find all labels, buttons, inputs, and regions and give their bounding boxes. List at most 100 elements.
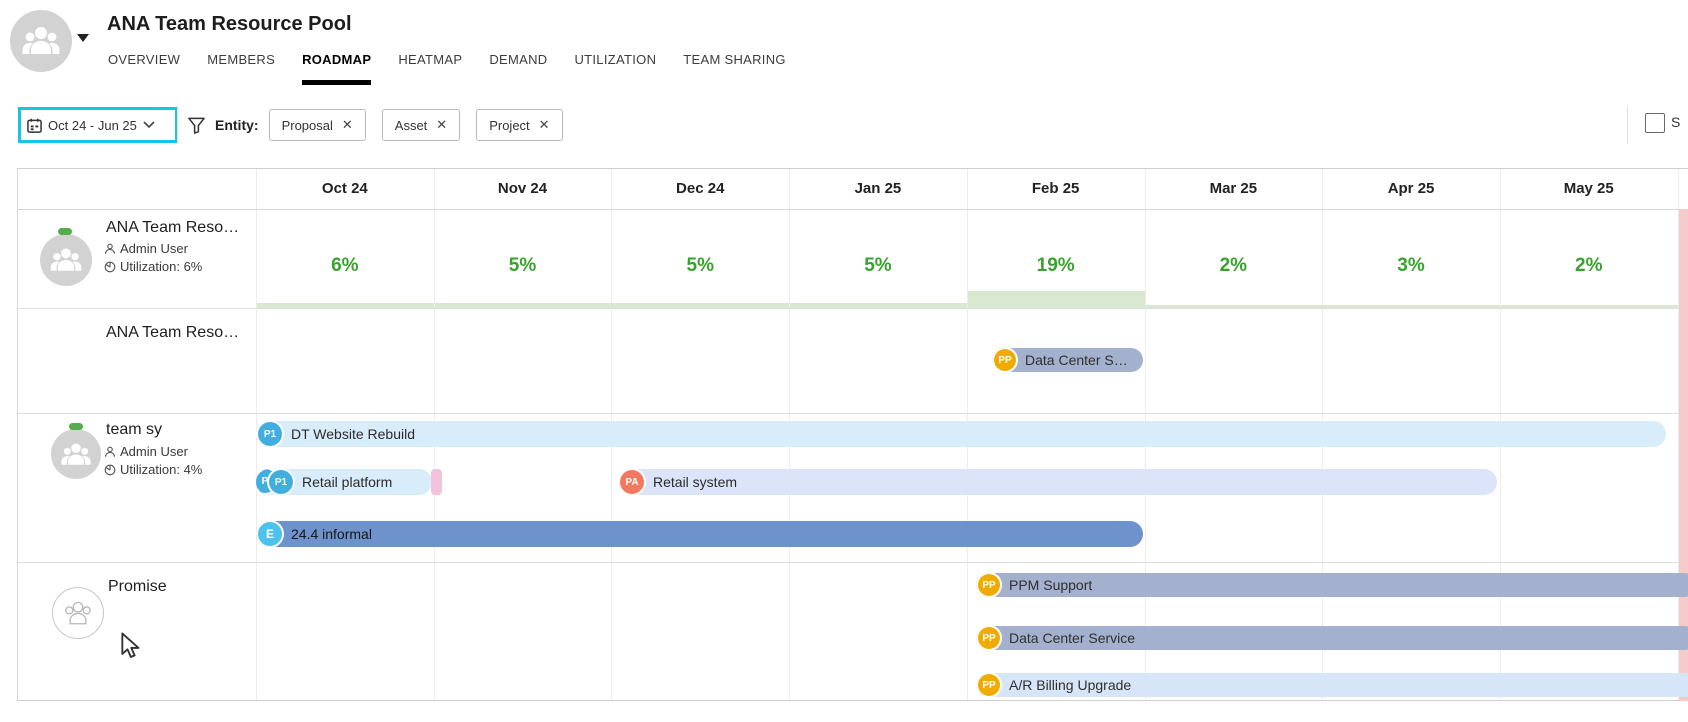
pool-entities-row-name[interactable]: ANA Team Reso… — [106, 324, 239, 342]
entity-type-badge-pp: PP — [994, 349, 1016, 371]
member-row-user: Admin User — [104, 444, 188, 459]
utilization-percent: 5% — [789, 248, 967, 284]
entity-label: Entity: — [215, 117, 259, 133]
date-range-picker[interactable]: Oct 24 - Jun 25 — [18, 107, 178, 143]
member-avatar-outline[interactable] — [52, 587, 104, 639]
utilization-percent: 19% — [967, 248, 1145, 284]
gantt-bar-label: Data Center S… — [1025, 352, 1128, 368]
row-border — [18, 413, 1688, 414]
entity-type-badge-pp: PP — [978, 574, 1000, 596]
utilization-percent: 3% — [1322, 248, 1500, 284]
mouse-cursor — [120, 632, 142, 658]
pool-row-avatar[interactable] — [40, 234, 92, 286]
gantt-bar-label: Retail system — [653, 474, 737, 490]
month-header: May 25 — [1500, 173, 1678, 205]
gantt-bar-label: Retail platform — [302, 474, 392, 490]
chip-label: Asset — [395, 118, 428, 133]
remove-chip-icon[interactable]: ✕ — [539, 117, 550, 133]
month-header: Feb 25 — [967, 173, 1145, 205]
utilization-bar — [1146, 305, 1323, 308]
person-icon — [104, 243, 116, 255]
month-header: Dec 24 — [611, 173, 789, 205]
chevron-down-icon — [143, 121, 155, 129]
entity-type-badge-pp: PP — [978, 627, 1000, 649]
remove-chip-icon[interactable]: ✕ — [342, 117, 353, 133]
month-header: Apr 25 — [1322, 173, 1500, 205]
tab-demand[interactable]: DEMAND — [489, 52, 547, 85]
entity-type-badge-pa: PA — [620, 470, 644, 494]
month-header: Oct 24 — [256, 173, 434, 205]
pie-chart-icon — [104, 261, 116, 273]
tab-bar: OVERVIEW MEMBERS ROADMAP HEATMAP DEMAND UTILI… — [108, 52, 786, 85]
utilization-percent: 5% — [434, 248, 612, 284]
chip-label: Proposal — [282, 118, 333, 133]
utilization-percent: 2% — [1145, 248, 1323, 284]
roadmap-grid: ANA Team Reso… Admin User Utilization: 6… — [17, 168, 1688, 701]
utilization-bar — [1501, 305, 1678, 308]
pool-row-name[interactable]: ANA Team Reso… — [106, 219, 239, 237]
tab-team-sharing[interactable]: TEAM SHARING — [683, 52, 786, 85]
gantt-bar[interactable]: E24.4 informal — [256, 521, 1143, 547]
utilization-bar — [1323, 305, 1500, 308]
member-row-utilization: Utilization: 4% — [104, 462, 202, 477]
entity-chip-asset[interactable]: Asset ✕ — [382, 109, 460, 141]
utilization-bar — [612, 303, 789, 308]
pool-avatar[interactable] — [10, 10, 72, 72]
tab-members[interactable]: MEMBERS — [207, 52, 275, 85]
row-border — [18, 308, 1688, 309]
filter-icon — [188, 117, 205, 134]
utilization-percent: 2% — [1500, 248, 1678, 284]
gantt-bar[interactable]: PP Data Center Service — [976, 626, 1688, 650]
gantt-bar[interactable]: PA Retail system — [618, 469, 1497, 495]
tab-roadmap[interactable]: ROADMAP — [302, 52, 371, 85]
pie-chart-icon — [104, 464, 116, 476]
entity-chips: Proposal ✕ Asset ✕ Project ✕ — [269, 109, 563, 141]
gantt-bar[interactable]: PP Data Center S… — [992, 348, 1143, 372]
month-header: Jan 25 — [789, 173, 967, 205]
gantt-bar-label: Data Center Service — [1009, 630, 1135, 646]
person-icon — [104, 446, 116, 458]
entity-type-badge-p1: P1 — [269, 470, 293, 494]
show-checkbox[interactable] — [1645, 113, 1665, 133]
filter-divider — [177, 106, 178, 144]
month-header: Nov 24 — [434, 173, 612, 205]
tab-utilization[interactable]: UTILIZATION — [574, 52, 656, 85]
avatar-dropdown-caret[interactable] — [77, 34, 89, 42]
utilization-bar — [790, 303, 967, 308]
group-icon — [63, 600, 93, 627]
pool-row-utilization: Utilization: 6% — [104, 259, 202, 274]
group-icon — [22, 24, 60, 58]
entity-filter: Entity: Proposal ✕ Asset ✕ Project ✕ — [188, 108, 563, 142]
remove-chip-icon[interactable]: ✕ — [436, 117, 447, 133]
resource-pool-roadmap-page: { "header": { "title": "ANA Team Resourc… — [0, 0, 1688, 722]
gantt-bar[interactable]: P1DT Website Rebuild — [256, 421, 1666, 447]
entity-chip-project[interactable]: Project ✕ — [476, 109, 562, 141]
utilization-percent: 5% — [611, 248, 789, 284]
gantt-bar-label: DT Website Rebuild — [291, 426, 415, 442]
gantt-bar-label: PPM Support — [1009, 577, 1092, 593]
pool-row-user: Admin User — [104, 241, 188, 256]
member-row-name[interactable]: Promise — [108, 578, 167, 596]
member-row-name[interactable]: team sy — [106, 421, 162, 439]
tab-heatmap[interactable]: HEATMAP — [398, 52, 462, 85]
gantt-bar-label: 24.4 informal — [291, 526, 372, 542]
page-title: ANA Team Resource Pool — [107, 13, 352, 36]
month-header: Mar 25 — [1145, 173, 1323, 205]
chip-label: Project — [489, 118, 529, 133]
gantt-bar[interactable]: PP PPM Support — [976, 573, 1688, 597]
entity-type-badge-pp: PP — [978, 674, 1000, 696]
date-range-value: Oct 24 - Jun 25 — [48, 118, 137, 133]
entity-chip-proposal[interactable]: Proposal ✕ — [269, 109, 366, 141]
gantt-bar[interactable]: PP1Retail platform — [256, 469, 432, 495]
gantt-bar[interactable]: PPA/R Billing Upgrade — [976, 673, 1688, 697]
member-avatar[interactable] — [51, 429, 101, 479]
tab-overview[interactable]: OVERVIEW — [108, 52, 180, 85]
status-badge — [69, 423, 83, 430]
gantt-bar-tail — [431, 469, 442, 495]
header-border — [18, 209, 1688, 210]
row-border — [18, 562, 1688, 563]
group-icon — [61, 441, 91, 468]
utilization-bar — [968, 291, 1145, 308]
utilization-bar — [435, 303, 612, 308]
utilization-bar — [257, 303, 434, 308]
